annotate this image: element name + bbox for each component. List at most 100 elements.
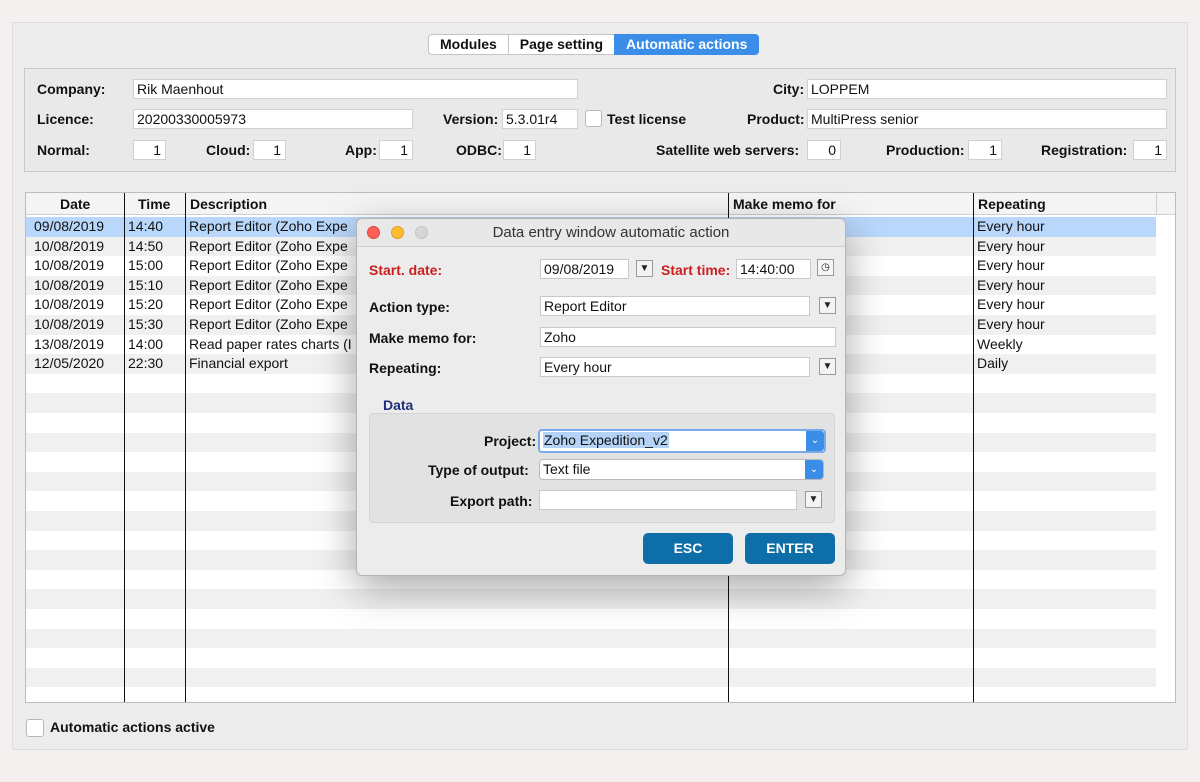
repeating-label: Repeating: xyxy=(369,360,442,376)
table-cell-repeating: Every hour xyxy=(977,296,1045,313)
start-time-field[interactable]: 14:40:00 xyxy=(736,259,811,279)
table-row[interactable] xyxy=(26,609,1156,629)
test-license-label: Test license xyxy=(607,111,687,127)
table-cell-time: 15:00 xyxy=(128,257,164,274)
esc-button[interactable]: ESC xyxy=(643,533,733,564)
version-field[interactable]: 5.3.01r4 xyxy=(502,109,578,129)
table-row[interactable] xyxy=(26,648,1156,668)
table-cell-time: 15:20 xyxy=(128,296,164,313)
export-path-label: Export path: xyxy=(450,493,533,509)
city-field[interactable]: LOPPEM xyxy=(807,79,1167,99)
dialog-titlebar: Data entry window automatic action xyxy=(357,219,845,247)
table-cell-date: 10/08/2019 xyxy=(34,276,105,293)
table-cell-date: 10/08/2019 xyxy=(34,316,105,332)
production-label: Production: xyxy=(886,142,965,158)
chevron-down-icon: ⌄ xyxy=(806,431,824,451)
odbc-field[interactable]: 1 xyxy=(503,140,536,160)
table-cell-time: 14:00 xyxy=(128,335,164,352)
product-field[interactable]: MultiPress senior xyxy=(807,109,1167,129)
tab-bar: Modules Page setting Automatic actions xyxy=(428,34,760,55)
odbc-label: ODBC: xyxy=(456,142,502,158)
automatic-actions-checkbox[interactable] xyxy=(26,719,44,737)
export-path-field[interactable] xyxy=(539,490,797,510)
clock-icon: ◷ xyxy=(821,262,830,273)
enter-button[interactable]: ENTER xyxy=(745,533,835,564)
table-cell-time: 15:30 xyxy=(128,316,164,332)
repeating-field[interactable]: Every hour xyxy=(540,357,810,377)
table-cell-date: 10/08/2019 xyxy=(34,257,105,274)
licence-field[interactable]: 20200330005973 xyxy=(133,109,413,129)
company-label: Company: xyxy=(37,81,106,97)
type-of-output-label: Type of output: xyxy=(428,462,529,478)
table-cell-date: 13/08/2019 xyxy=(34,335,105,352)
tab-modules[interactable]: Modules xyxy=(428,34,508,55)
action-type-dropdown-button[interactable]: ▼ xyxy=(819,297,836,314)
cloud-field[interactable]: 1 xyxy=(253,140,286,160)
column-divider xyxy=(185,193,186,702)
table-cell-repeating: Daily xyxy=(977,355,1009,372)
table-cell-repeating: Every hour xyxy=(977,218,1045,234)
column-divider xyxy=(973,193,974,702)
chevron-down-icon: ▼ xyxy=(808,494,819,505)
version-label: Version: xyxy=(443,111,499,127)
registration-field[interactable]: 1 xyxy=(1133,140,1167,160)
project-label: Project: xyxy=(484,433,537,449)
chevron-down-icon: ▼ xyxy=(822,361,833,372)
table-row[interactable] xyxy=(26,667,1156,688)
chevron-down-icon: ▼ xyxy=(822,300,833,311)
test-license-checkbox[interactable] xyxy=(585,110,602,127)
header-date[interactable]: Date xyxy=(56,193,90,215)
date-dropdown-button[interactable]: ▼ xyxy=(636,260,653,277)
production-field[interactable]: 1 xyxy=(968,140,1002,160)
start-date-label: Start. date: xyxy=(369,262,443,278)
normal-label: Normal: xyxy=(37,142,90,158)
satellite-field[interactable]: 0 xyxy=(807,140,841,160)
header-make-memo-for[interactable]: Make memo for xyxy=(729,193,836,215)
table-cell-date: 10/08/2019 xyxy=(34,237,105,254)
automatic-actions-label: Automatic actions active xyxy=(50,719,215,735)
clock-button[interactable]: ◷ xyxy=(817,259,834,276)
action-type-field[interactable]: Report Editor xyxy=(540,296,810,316)
app-label: App: xyxy=(345,142,377,158)
licence-label: Licence: xyxy=(37,111,94,127)
dialog-title: Data entry window automatic action xyxy=(492,224,730,241)
table-row[interactable] xyxy=(26,589,1156,609)
start-date-field[interactable]: 09/08/2019 xyxy=(540,259,629,279)
project-value: Zoho Expedition_v2 xyxy=(543,432,669,448)
column-divider xyxy=(1156,193,1157,215)
type-of-output-value: Text file xyxy=(543,461,591,477)
make-memo-label: Make memo for: xyxy=(369,330,477,346)
table-row[interactable] xyxy=(26,628,1156,649)
license-info-panel: Company: Rik Maenhout City: LOPPEM Licen… xyxy=(24,68,1176,172)
table-cell-date: 10/08/2019 xyxy=(34,296,105,313)
start-time-label: Start time: xyxy=(661,262,731,278)
type-of-output-select[interactable]: Text file ⌄ xyxy=(539,459,824,480)
repeating-dropdown-button[interactable]: ▼ xyxy=(819,358,836,375)
chevron-down-icon: ⌄ xyxy=(805,460,823,479)
chevron-down-icon: ▼ xyxy=(639,263,650,274)
cloud-label: Cloud: xyxy=(206,142,251,158)
tab-automatic-actions[interactable]: Automatic actions xyxy=(614,34,760,55)
table-cell-time: 15:10 xyxy=(128,276,164,293)
table-cell-repeating: Every hour xyxy=(977,237,1045,254)
table-row[interactable] xyxy=(26,687,1156,702)
normal-field[interactable]: 1 xyxy=(133,140,166,160)
tab-page-setting[interactable]: Page setting xyxy=(507,34,615,55)
app-field[interactable]: 1 xyxy=(379,140,413,160)
header-repeating[interactable]: Repeating xyxy=(974,193,1046,215)
table-cell-time: 22:30 xyxy=(128,355,164,372)
header-description[interactable]: Description xyxy=(186,193,267,215)
table-cell-date: 09/08/2019 xyxy=(34,218,105,234)
header-time[interactable]: Time xyxy=(134,193,170,215)
registration-label: Registration: xyxy=(1041,142,1128,158)
data-entry-dialog: Data entry window automatic action Start… xyxy=(356,218,846,576)
make-memo-field[interactable]: Zoho xyxy=(540,327,836,347)
company-field[interactable]: Rik Maenhout xyxy=(133,79,578,99)
table-cell-repeating: Every hour xyxy=(977,257,1045,274)
project-select[interactable]: Zoho Expedition_v2 ⌄ xyxy=(538,429,826,453)
table-header: Date Time Description Make memo for Repe… xyxy=(26,193,1175,215)
export-path-dropdown-button[interactable]: ▼ xyxy=(805,491,822,508)
data-group-label: Data xyxy=(383,397,414,413)
product-label: Product: xyxy=(747,111,805,127)
table-cell-date: 12/05/2020 xyxy=(34,355,105,372)
